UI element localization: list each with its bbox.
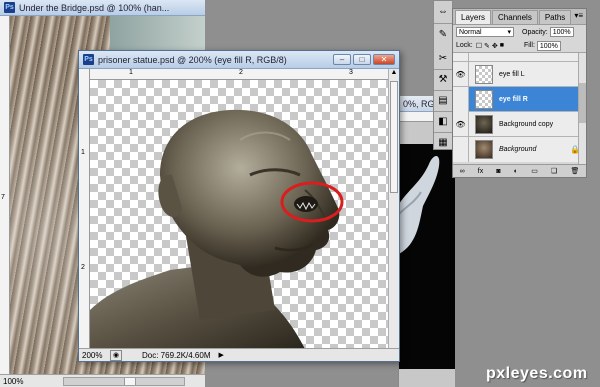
main-window-titlebar[interactable]: Ps prisoner statue.psd @ 200% (eye fill … — [79, 51, 399, 69]
eye-icon[interactable]: 👁 — [453, 111, 469, 137]
status-arrow-icon[interactable]: ▶ — [218, 351, 223, 359]
ruler-tick: 3 — [349, 69, 353, 76]
close-button[interactable]: ✕ — [373, 54, 395, 65]
photoshop-icon: Ps — [83, 54, 94, 65]
main-window-zoom[interactable]: 200% — [82, 351, 110, 360]
eye-icon[interactable] — [453, 86, 469, 112]
status-menu-icon[interactable]: ◉ — [110, 349, 122, 361]
tool-history-icon[interactable]: ⚒ — [434, 70, 452, 91]
fill-value: 100% — [539, 42, 558, 50]
background-window-zoom[interactable]: 100% — [3, 377, 23, 386]
main-window-ruler-top: 1 2 3 — [89, 69, 389, 80]
lock-move-icon[interactable]: ✥ — [492, 42, 498, 50]
background-window-titlebar[interactable]: Ps Under the Bridge.psd @ 100% (han... — [0, 0, 205, 16]
layer-row-eye-fill-l[interactable]: 👁 eye fill L — [453, 61, 586, 87]
watermark: pxleyes.com — [486, 365, 588, 382]
opacity-value: 100% — [552, 29, 571, 36]
tool-layers-icon[interactable]: ▤ — [434, 91, 452, 112]
tool-pen-icon[interactable]: ✎ — [434, 24, 452, 46]
statue-image — [90, 109, 344, 349]
layer-thumbnail — [475, 140, 493, 159]
main-document-window[interactable]: Ps prisoner statue.psd @ 200% (eye fill … — [78, 50, 400, 362]
opacity-label: Opacity: — [522, 28, 548, 36]
layer-row-partial[interactable] — [453, 53, 586, 62]
layer-row-background-copy[interactable]: 👁 Background copy — [453, 111, 586, 137]
layer-name: Background copy — [499, 120, 554, 128]
link-icon[interactable]: ∞ — [460, 168, 465, 175]
visibility-toggle[interactable] — [453, 53, 469, 62]
tool-channels-icon[interactable]: ◧ — [434, 112, 452, 133]
fill-field[interactable]: 100% — [536, 40, 561, 51]
layer-name: eye fill R — [499, 95, 528, 103]
layers-blend-row: Normal ▾ Opacity: 100% — [453, 25, 586, 39]
ruler-tick: 2 — [81, 264, 85, 271]
folder-icon[interactable]: ▭ — [531, 167, 538, 175]
ruler-tick: 1 — [129, 69, 133, 76]
blend-mode-select[interactable]: Normal ▾ — [456, 27, 514, 37]
vscroll-arrow-up[interactable]: ▲ — [389, 69, 399, 79]
main-window-vscroll[interactable]: ▲ — [388, 69, 399, 349]
tab-channels[interactable]: Channels — [492, 10, 538, 24]
layer-name: eye fill L — [499, 70, 525, 78]
trash-icon[interactable]: 🗑 — [570, 167, 579, 175]
layer-name: Background — [499, 146, 537, 153]
eye-icon[interactable] — [453, 137, 469, 162]
background-window-hscroll[interactable] — [63, 376, 186, 386]
layer-thumbnail — [475, 64, 493, 84]
lock-all-icon[interactable]: ■ — [500, 42, 504, 49]
photoshop-icon: Ps — [4, 2, 15, 13]
tab-paths[interactable]: Paths — [538, 10, 572, 24]
right-window-canvas[interactable] — [399, 144, 455, 369]
layers-panel: Layers Channels Paths ▾≡ Normal ▾ Opacit… — [452, 8, 587, 178]
background-window-statusbar: 100% — [0, 374, 205, 387]
mask-icon[interactable]: ◙ — [496, 168, 500, 175]
main-window-title: prisoner statue.psd @ 200% (eye fill R, … — [98, 54, 287, 65]
fx-icon[interactable]: fx — [478, 168, 483, 175]
hand-image — [399, 156, 440, 254]
opacity-field[interactable]: 100% — [549, 27, 574, 37]
lock-brush-icon[interactable]: ✎ — [484, 42, 490, 50]
ruler-tick: 2 — [239, 69, 243, 76]
minimize-button[interactable]: – — [333, 54, 351, 65]
background-window-title: Under the Bridge.psd @ 100% (han... — [19, 2, 170, 13]
fill-label: Fill: — [524, 42, 535, 49]
layers-scrollbar[interactable] — [578, 53, 586, 165]
new-layer-icon[interactable]: ❑ — [551, 167, 557, 175]
eye-icon[interactable]: 👁 — [453, 61, 469, 87]
layer-row-background[interactable]: Background 🔒 — [453, 137, 586, 162]
tool-paths-icon[interactable]: ▦ — [434, 133, 452, 152]
main-window-canvas[interactable] — [90, 80, 388, 349]
layers-scroll-thumb[interactable] — [579, 83, 586, 123]
adjustment-icon[interactable]: ◐ — [514, 168, 518, 175]
main-window-doc-info: Doc: 769.2K/4.60M — [142, 350, 211, 360]
vscroll-thumb[interactable] — [390, 81, 398, 193]
layers-list: 👁 eye fill L eye fill R 👁 Background cop… — [453, 53, 586, 165]
ruler-tick: 1 — [81, 149, 85, 156]
layers-bottom-toolbar: ∞ fx ◙ ◐ ▭ ❑ 🗑 — [453, 164, 586, 177]
tools-panel: ✂ ⚒ ▤ ◧ ▦ — [433, 48, 453, 150]
tab-layers[interactable]: Layers — [455, 10, 492, 24]
lock-transparency-icon[interactable]: ☐ — [476, 42, 482, 50]
main-window-statusbar: 200% ◉ Doc: 769.2K/4.60M ▶ — [79, 348, 399, 361]
chevron-down-icon: ▾ — [507, 29, 511, 36]
layer-row-eye-fill-r[interactable]: eye fill R — [453, 86, 586, 112]
blend-mode-value: Normal — [459, 29, 482, 36]
lock-label: Lock: — [456, 42, 473, 49]
layer-thumbnail — [475, 89, 493, 109]
layers-lock-row: Lock: ☐ ✎ ✥ ■ Fill: 100% — [453, 39, 586, 53]
main-window-ruler-left: 1 2 — [79, 69, 90, 349]
panel-menu-icon[interactable]: ▾≡ — [574, 11, 583, 20]
layer-thumbnail — [475, 114, 493, 134]
background-window-ruler-tick: 7 — [1, 194, 5, 201]
maximize-button[interactable]: □ — [353, 54, 371, 65]
tool-brush-icon[interactable]: ✂ — [434, 49, 452, 70]
tools-header: ⇔ ✎ — [433, 0, 453, 49]
tool-move-icon[interactable]: ⇔ — [434, 1, 452, 24]
hscroll-thumb[interactable] — [124, 377, 137, 385]
layers-panel-tabs: Layers Channels Paths ▾≡ — [453, 9, 586, 25]
